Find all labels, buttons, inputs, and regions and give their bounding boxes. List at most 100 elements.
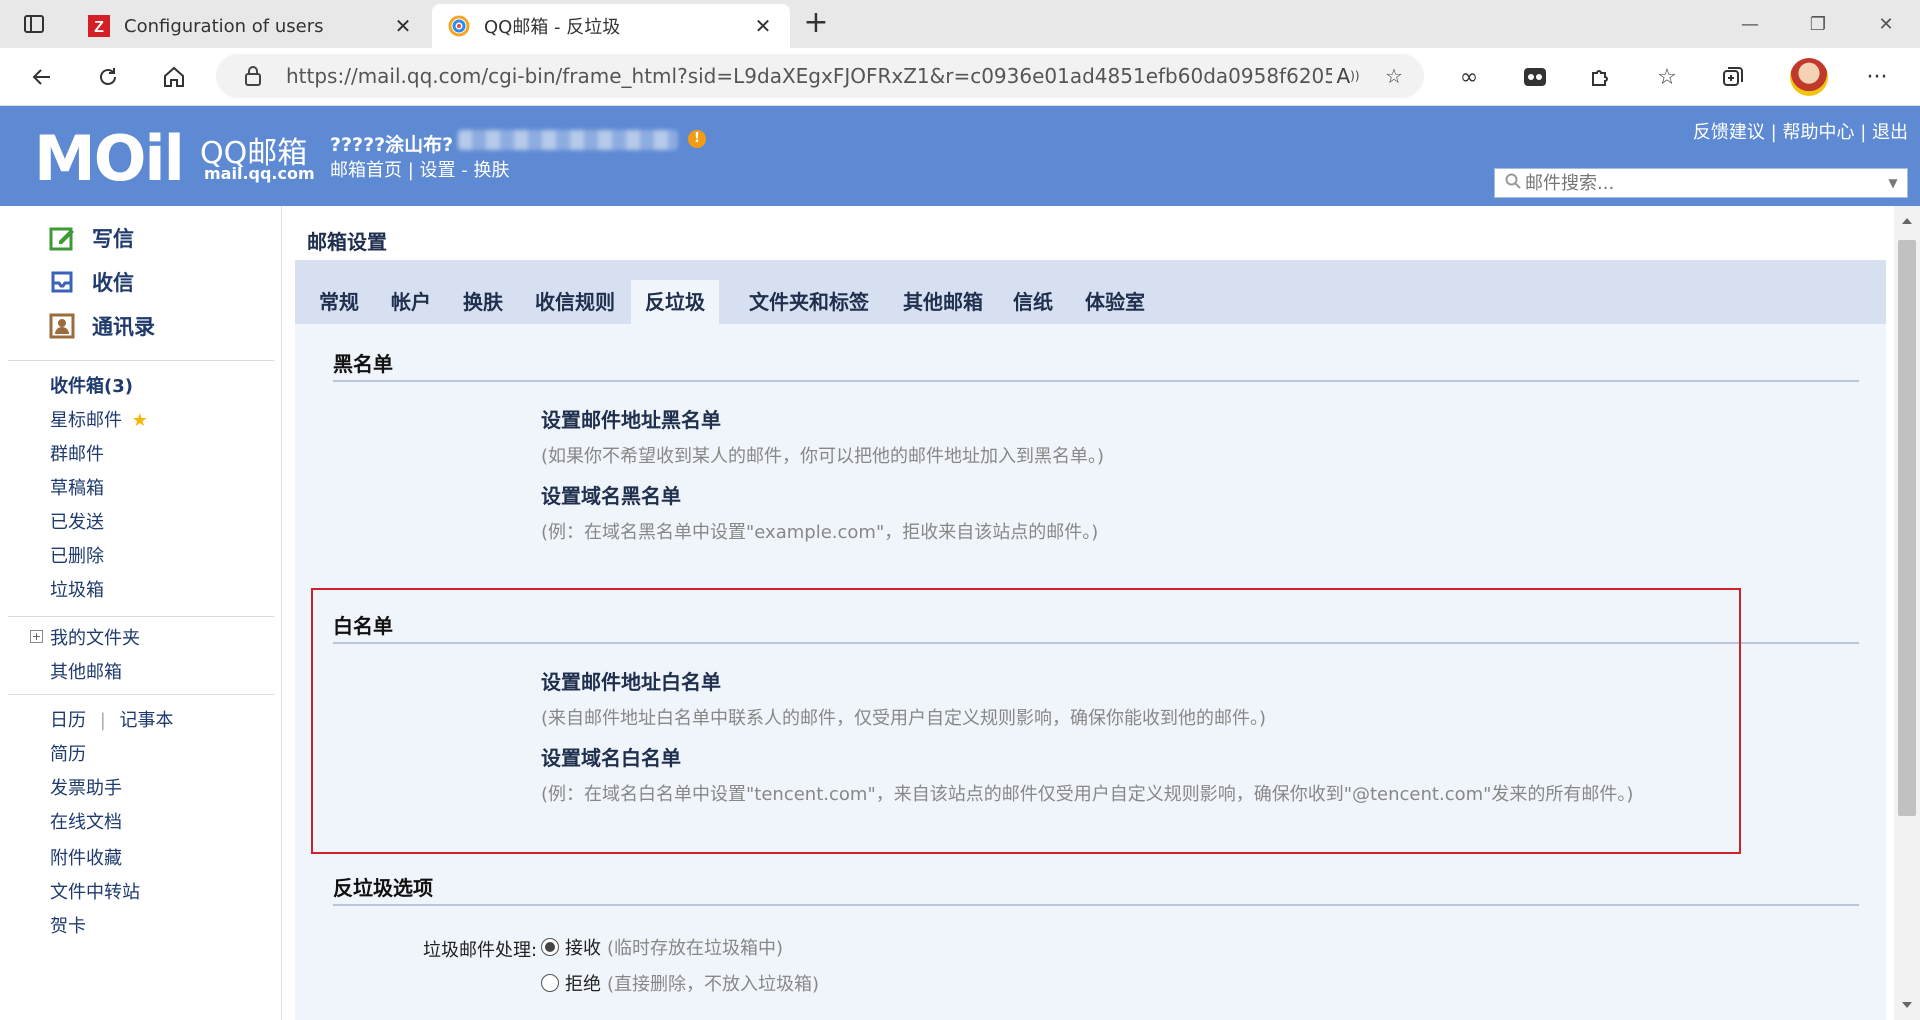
contacts-label: 通讯录	[92, 315, 155, 339]
accept-label[interactable]: 接收	[565, 934, 601, 960]
zabbix-icon: Z	[88, 15, 110, 37]
address-bar[interactable]: https://mail.qq.com/cgi-bin/frame_html?s…	[216, 54, 1424, 98]
browser-toolbar: https://mail.qq.com/cgi-bin/frame_html?s…	[0, 48, 1920, 106]
tab-other-mailboxes[interactable]: 其他邮箱	[889, 280, 997, 324]
tab-antispam[interactable]: 反垃圾	[631, 280, 719, 324]
spam-reject-option[interactable]: 拒绝 (直接删除，不放入垃圾箱)	[541, 970, 819, 996]
transfer-link[interactable]: 文件中转站	[50, 878, 140, 904]
scroll-down-icon[interactable]	[1902, 1002, 1912, 1008]
notebook-link[interactable]: 记事本	[120, 710, 174, 731]
minimize-icon[interactable]: —	[1716, 0, 1784, 48]
tab-rules[interactable]: 收信规则	[521, 280, 629, 324]
new-tab-button[interactable]: +	[800, 8, 832, 40]
settings-link[interactable]: 设置	[420, 160, 456, 181]
address-blacklist-desc: (如果你不希望收到某人的邮件，你可以把他的邮件地址加入到黑名单。)	[541, 446, 1105, 467]
profile-avatar[interactable]	[1790, 58, 1828, 96]
url-text[interactable]: https://mail.qq.com/cgi-bin/frame_html?s…	[286, 64, 1332, 88]
tab-title: QQ邮箱 - 反垃圾	[484, 17, 621, 38]
inbox-icon	[48, 268, 76, 296]
folder-starred-label: 星标邮件	[50, 410, 122, 431]
folder-sent[interactable]: 已发送	[50, 508, 104, 534]
separator: -	[461, 160, 468, 181]
tab-title: Configuration of users	[124, 15, 324, 37]
calendar-notebook-row: 日历 | 记事本	[50, 706, 174, 732]
username: ?????涂山布?	[330, 134, 454, 156]
accept-radio[interactable]	[541, 938, 559, 956]
receive-button[interactable]: 收信	[48, 264, 134, 300]
blacklist-heading: 黑名单	[333, 352, 393, 376]
compose-button[interactable]: 写信	[48, 220, 134, 256]
skin-link[interactable]: 换肤	[474, 160, 510, 181]
star-icon: ★	[131, 410, 148, 431]
restore-icon[interactable]: ❐	[1784, 0, 1852, 48]
browser-tab-zabbix[interactable]: Z Configuration of users ✕	[72, 4, 430, 48]
tab-general[interactable]: 常规	[305, 280, 373, 324]
back-icon[interactable]	[26, 61, 58, 93]
redacted-email	[458, 130, 678, 150]
contacts-button[interactable]: 通讯录	[48, 308, 155, 344]
logo-domain: mail.qq.com	[204, 164, 315, 183]
compose-icon	[48, 224, 76, 252]
mail-logo[interactable]: MOil	[34, 122, 185, 195]
tab-account[interactable]: 帐户	[377, 280, 445, 324]
mail-search[interactable]: ▼	[1494, 168, 1908, 198]
page-title: 邮箱设置	[307, 230, 387, 254]
reject-label[interactable]: 拒绝	[565, 970, 601, 996]
folder-deleted[interactable]: 已删除	[50, 542, 104, 568]
extension-icon[interactable]	[1518, 61, 1552, 93]
spam-handling-label: 垃圾邮件处理:	[423, 940, 538, 961]
svg-text:Z: Z	[94, 19, 104, 36]
folder-drafts[interactable]: 草稿箱	[50, 474, 104, 500]
browser-tab-qqmail[interactable]: QQ邮箱 - 反垃圾 ✕	[432, 4, 790, 48]
scroll-thumb[interactable]	[1898, 240, 1916, 816]
warning-icon[interactable]: !	[688, 130, 706, 148]
infinity-extension-icon[interactable]: ∞	[1452, 61, 1486, 93]
folder-spam[interactable]: 垃圾箱	[50, 576, 104, 602]
receive-label: 收信	[92, 271, 134, 295]
close-tab-icon[interactable]: ✕	[752, 14, 774, 38]
folder-my-folders[interactable]: 我的文件夹	[50, 624, 140, 650]
folder-other-mailboxes[interactable]: 其他邮箱	[50, 658, 122, 684]
reject-radio[interactable]	[541, 974, 559, 992]
invoice-link[interactable]: 发票助手	[50, 774, 122, 800]
mailbox-home-link[interactable]: 邮箱首页	[330, 160, 402, 181]
tab-skin[interactable]: 换肤	[449, 280, 517, 324]
collections-icon[interactable]	[1716, 61, 1750, 93]
domain-blacklist-desc: (例：在域名黑名单中设置"example.com"，拒收来自该站点的邮件。)	[541, 522, 1099, 543]
puzzle-icon[interactable]	[1584, 61, 1618, 93]
domain-blacklist-link[interactable]: 设置域名黑名单	[541, 480, 681, 509]
scroll-up-icon[interactable]	[1902, 218, 1912, 224]
close-tab-icon[interactable]: ✕	[392, 14, 414, 38]
lock-icon[interactable]	[242, 65, 264, 87]
folder-group[interactable]: 群邮件	[50, 440, 104, 466]
attachments-link[interactable]: 附件收藏	[50, 844, 122, 870]
separator: |	[1860, 122, 1867, 143]
refresh-icon[interactable]	[92, 61, 124, 93]
cards-link[interactable]: 贺卡	[50, 912, 86, 938]
home-icon[interactable]	[158, 61, 190, 93]
read-aloud-icon[interactable]: A))	[1332, 60, 1364, 92]
feedback-link[interactable]: 反馈建议	[1693, 122, 1765, 143]
folder-starred[interactable]: 星标邮件 ★	[50, 406, 148, 432]
expand-icon[interactable]: +	[30, 630, 43, 643]
address-blacklist-link[interactable]: 设置邮件地址黑名单	[541, 404, 721, 433]
resume-link[interactable]: 简历	[50, 740, 86, 766]
vertical-scrollbar[interactable]	[1894, 206, 1920, 1020]
chevron-down-icon[interactable]: ▼	[1879, 176, 1907, 190]
logout-link[interactable]: 退出	[1872, 122, 1908, 143]
docs-link[interactable]: 在线文档	[50, 808, 122, 834]
search-input[interactable]	[1525, 172, 1879, 194]
tab-lab[interactable]: 体验室	[1071, 280, 1159, 324]
settings-main: 邮箱设置 常规 帐户 换肤 收信规则 反垃圾 文件夹和标签 其他邮箱 信纸 体验…	[283, 206, 1894, 1020]
tab-actions-icon[interactable]	[20, 10, 48, 38]
favorites-icon[interactable]: ☆	[1650, 61, 1684, 93]
add-favorite-icon[interactable]: ☆	[1378, 60, 1410, 92]
tab-stationery[interactable]: 信纸	[999, 280, 1067, 324]
folder-inbox[interactable]: 收件箱(3)	[50, 372, 133, 398]
close-window-icon[interactable]: ✕	[1852, 0, 1920, 48]
calendar-link[interactable]: 日历	[50, 710, 86, 731]
spam-accept-option[interactable]: 接收 (临时存放在垃圾箱中)	[541, 934, 783, 960]
help-link[interactable]: 帮助中心	[1782, 122, 1854, 143]
more-menu-icon[interactable]: ···	[1860, 61, 1894, 93]
tab-folders-labels[interactable]: 文件夹和标签	[735, 280, 883, 324]
